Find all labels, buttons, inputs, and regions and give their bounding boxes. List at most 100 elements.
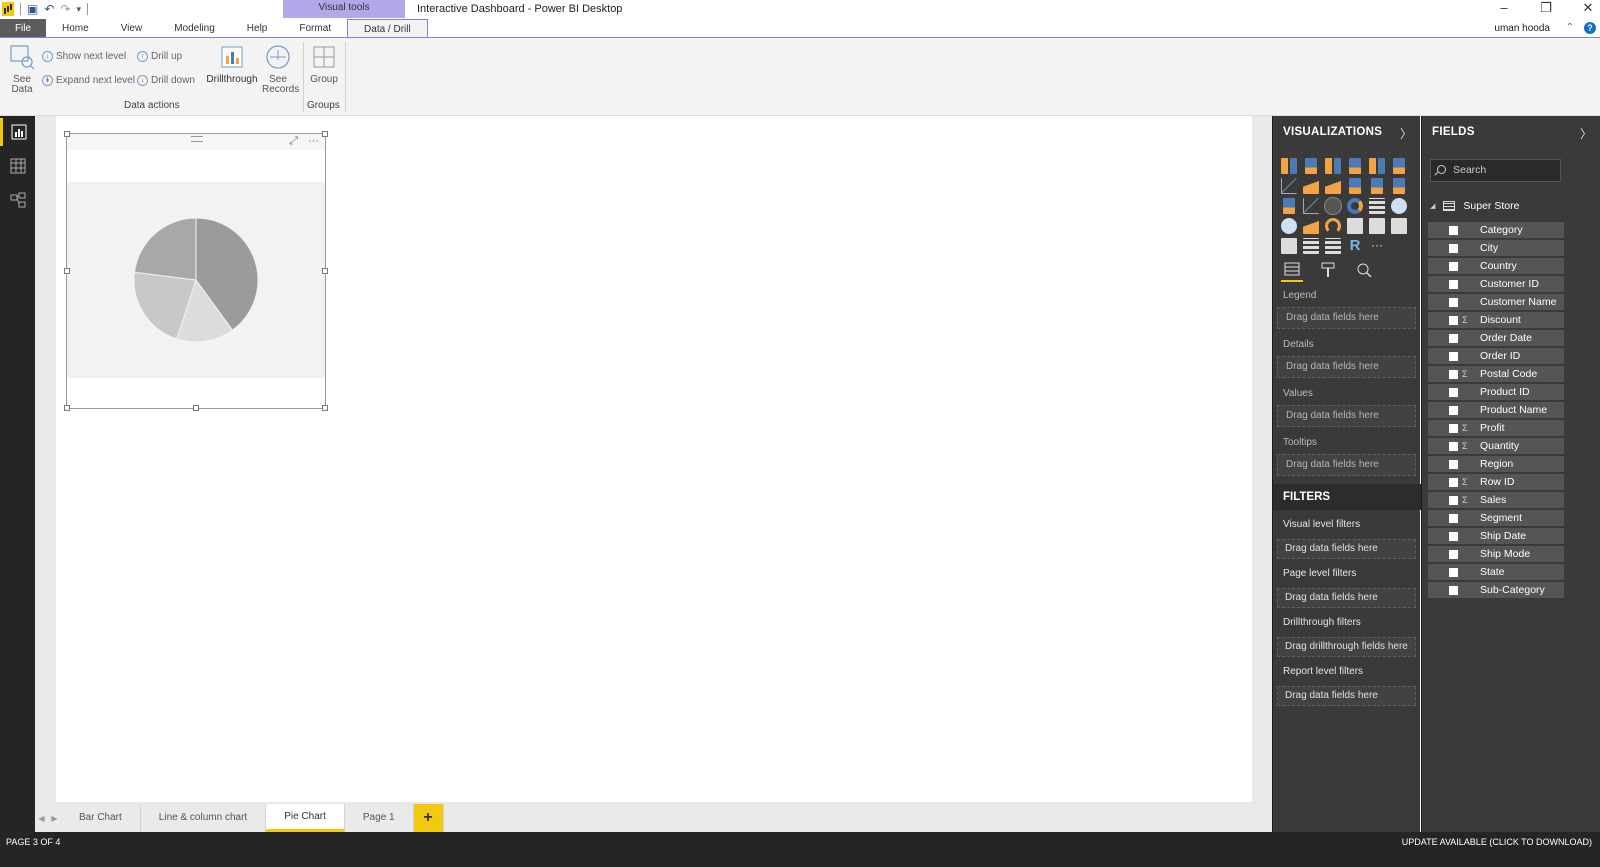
field-row[interactable]: Ship Date (1428, 528, 1564, 544)
focus-mode-icon[interactable]: ⤢ (289, 135, 298, 148)
scroll-left-icon[interactable]: ◀ (38, 814, 44, 823)
tab-file[interactable]: File (0, 19, 46, 38)
resize-handle-bottom-right[interactable] (322, 405, 328, 411)
line-and-stacked-column-icon[interactable] (1349, 178, 1361, 194)
fields-search-input[interactable]: Search (1430, 159, 1561, 182)
gauge-icon[interactable] (1325, 218, 1341, 234)
tab-home[interactable]: Home (46, 19, 105, 38)
resize-handle-top-left[interactable] (64, 131, 70, 137)
field-checkbox[interactable] (1449, 549, 1458, 559)
tab-modeling[interactable]: Modeling (158, 19, 231, 38)
line-and-clustered-column-icon[interactable] (1371, 178, 1383, 194)
drillthrough-button[interactable]: Drillthrough (204, 44, 260, 85)
fields-mode-button[interactable] (1281, 258, 1303, 282)
field-checkbox[interactable] (1449, 531, 1458, 541)
page-level-filters-drop-zone[interactable]: Drag data fields here (1277, 588, 1416, 608)
tab-format[interactable]: Format (283, 19, 347, 38)
card-icon[interactable] (1347, 218, 1363, 234)
report-view-button[interactable] (0, 118, 35, 146)
field-checkbox[interactable] (1449, 261, 1458, 271)
undo-icon[interactable]: ↶ (44, 3, 54, 15)
field-row[interactable]: Order Date (1428, 330, 1564, 346)
field-checkbox[interactable] (1449, 279, 1458, 289)
collapse-visualizations-icon[interactable]: 〉 (1400, 125, 1412, 142)
field-checkbox[interactable] (1449, 369, 1458, 379)
100-stacked-column-chart-icon[interactable] (1393, 158, 1405, 174)
funnel-icon[interactable] (1303, 218, 1319, 234)
drag-grip-icon[interactable] (191, 136, 203, 142)
tooltips-drop-zone[interactable]: Drag data fields here (1277, 454, 1416, 476)
field-checkbox[interactable] (1449, 225, 1458, 235)
field-checkbox[interactable] (1449, 441, 1458, 451)
pie-chart-icon[interactable] (1324, 197, 1342, 215)
field-checkbox[interactable] (1449, 459, 1458, 469)
drill-down-button[interactable]: ↓ Drill down (137, 75, 195, 86)
r-visual-icon[interactable]: R (1347, 238, 1363, 254)
customize-qat-icon[interactable]: ▾ (76, 3, 81, 15)
values-drop-zone[interactable]: Drag data fields here (1277, 405, 1416, 427)
line-chart-icon[interactable] (1281, 178, 1297, 194)
field-checkbox[interactable] (1449, 297, 1458, 307)
resize-handle-left[interactable] (64, 268, 70, 274)
add-page-button[interactable]: + (413, 804, 444, 832)
model-view-button[interactable] (0, 186, 35, 214)
field-row[interactable]: Σ Quantity (1428, 438, 1564, 454)
field-checkbox[interactable] (1449, 495, 1458, 505)
resize-handle-bottom-left[interactable] (64, 405, 70, 411)
expand-next-level-button[interactable]: ↡ Expand next level (42, 75, 135, 86)
field-row[interactable]: Category (1428, 222, 1564, 238)
field-checkbox[interactable] (1449, 333, 1458, 343)
area-chart-icon[interactable] (1303, 178, 1319, 194)
field-row[interactable]: Customer ID (1428, 276, 1564, 292)
clustered-bar-chart-icon[interactable] (1325, 158, 1341, 174)
drillthrough-filters-drop-zone[interactable]: Drag drillthrough fields here (1277, 637, 1416, 657)
field-checkbox[interactable] (1449, 243, 1458, 253)
data-view-button[interactable] (0, 152, 35, 180)
table-super-store[interactable]: ◢ Super Store (1430, 200, 1519, 212)
tab-view[interactable]: View (105, 19, 159, 38)
map-icon[interactable] (1391, 198, 1407, 214)
field-checkbox[interactable] (1449, 351, 1458, 361)
field-row[interactable]: Σ Profit (1428, 420, 1564, 436)
more-options-icon[interactable]: ··· (308, 135, 319, 148)
details-drop-zone[interactable]: Drag data fields here (1277, 356, 1416, 378)
redo-icon[interactable]: ↷ (60, 3, 70, 15)
stacked-bar-chart-icon[interactable] (1281, 158, 1297, 174)
filled-map-icon[interactable] (1281, 218, 1297, 234)
field-row[interactable]: Region (1428, 456, 1564, 472)
tab-help[interactable]: Help (231, 19, 284, 38)
100-stacked-bar-chart-icon[interactable] (1369, 158, 1385, 174)
page-tab-page-1[interactable]: Page 1 (344, 804, 414, 832)
field-checkbox[interactable] (1449, 513, 1458, 523)
field-row[interactable]: Σ Sales (1428, 492, 1564, 508)
field-checkbox[interactable] (1449, 315, 1458, 325)
multi-row-card-icon[interactable] (1369, 218, 1385, 234)
field-row[interactable]: Customer Name (1428, 294, 1564, 310)
analytics-mode-button[interactable] (1353, 258, 1375, 282)
field-row[interactable]: City (1428, 240, 1564, 256)
field-checkbox[interactable] (1449, 567, 1458, 577)
field-row[interactable]: Ship Mode (1428, 546, 1564, 562)
stacked-area-chart-icon[interactable] (1325, 178, 1341, 194)
user-name[interactable]: uman hooda (1494, 23, 1550, 34)
more-visuals-icon[interactable]: ··· (1369, 238, 1385, 254)
field-row[interactable]: Order ID (1428, 348, 1564, 364)
scroll-right-icon[interactable]: ▶ (51, 814, 57, 823)
group-button[interactable]: Group (307, 44, 341, 85)
waterfall-chart-icon[interactable] (1283, 198, 1295, 214)
pie-chart-visual[interactable]: ⤢ ··· (64, 131, 328, 411)
show-next-level-button[interactable]: ↓ Show next level (42, 51, 126, 62)
expand-triangle-icon[interactable]: ◢ (1430, 202, 1435, 210)
resize-handle-right[interactable] (322, 268, 328, 274)
field-checkbox[interactable] (1449, 387, 1458, 397)
visual-level-filters-drop-zone[interactable]: Drag data fields here (1277, 539, 1416, 559)
slicer-icon[interactable] (1281, 238, 1297, 254)
treemap-icon[interactable] (1369, 198, 1385, 214)
clustered-column-chart-icon[interactable] (1349, 158, 1361, 174)
format-mode-button[interactable] (1317, 258, 1339, 282)
matrix-icon[interactable] (1325, 238, 1341, 254)
field-row[interactable]: Σ Discount (1428, 312, 1564, 328)
collapse-ribbon-icon[interactable]: ⌃ (1566, 22, 1574, 33)
kpi-icon[interactable] (1391, 218, 1407, 234)
help-icon[interactable]: ? (1584, 22, 1596, 34)
